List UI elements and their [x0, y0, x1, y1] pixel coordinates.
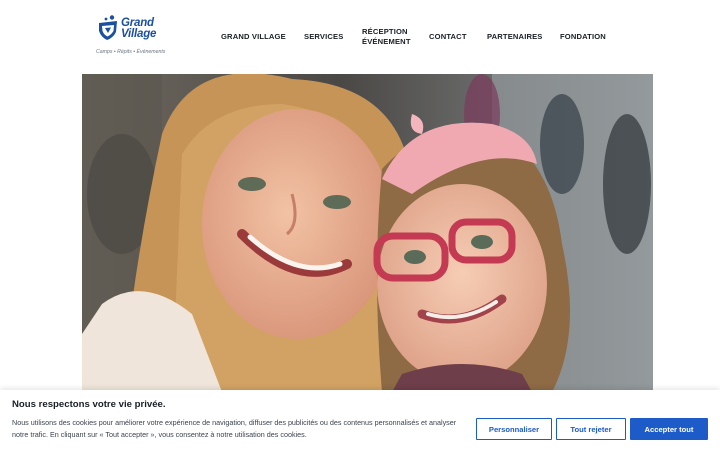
reject-all-button[interactable]: Tout rejeter [556, 418, 626, 440]
nav-contact[interactable]: CONTACT [429, 32, 467, 42]
cookie-description: Nous utilisons des cookies pour améliore… [12, 418, 457, 439]
nav-grand-village[interactable]: GRAND VILLAGE [221, 32, 286, 42]
hero-photo [82, 74, 653, 392]
accept-all-button[interactable]: Accepter tout [630, 418, 708, 440]
nav-reception-evenement[interactable]: RÉCEPTION ÉVÉNEMENT [362, 27, 411, 47]
site-header: Grand Village Camps • Répits • Événement… [0, 0, 720, 70]
nav-reception-line2: ÉVÉNEMENT [362, 37, 411, 46]
nav-services[interactable]: SERVICES [304, 32, 343, 42]
main-nav: GRAND VILLAGE SERVICES RÉCEPTION ÉVÉNEME… [0, 0, 720, 70]
hero-photo-illustration [82, 74, 653, 392]
nav-reception-line1: RÉCEPTION [362, 27, 408, 36]
cookie-title: Nous respectons votre vie privée. [12, 399, 166, 410]
nav-partenaires[interactable]: PARTENAIRES [487, 32, 543, 42]
customize-cookies-button[interactable]: Personnaliser [476, 418, 552, 440]
nav-fondation[interactable]: FONDATION [560, 32, 606, 42]
